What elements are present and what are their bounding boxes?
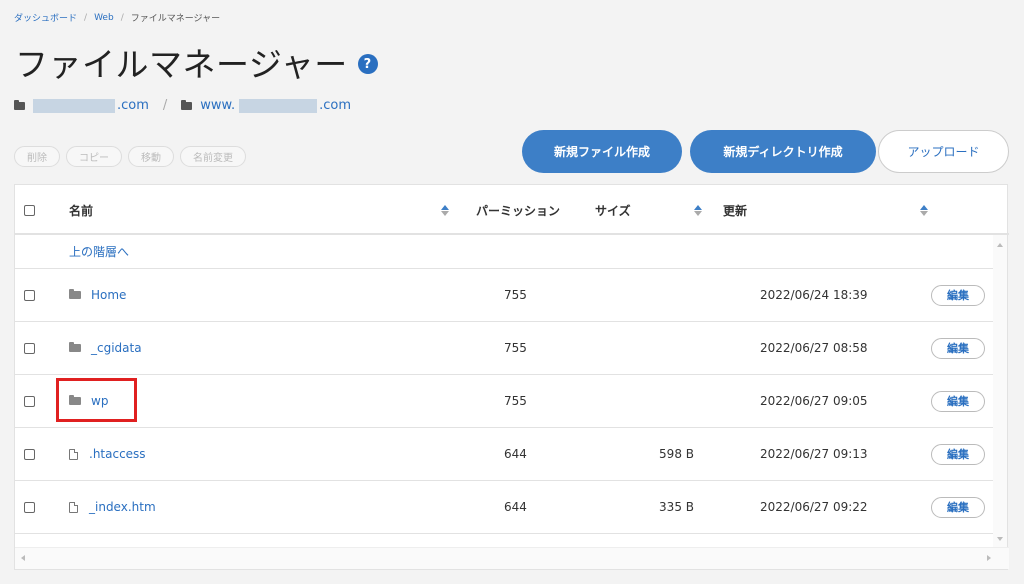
updated-cell: 2022/06/27 09:13 [760,447,868,461]
file-table: 名前 パーミッション サイズ 更新 上の階層へ Home 755 2022/06/2… [14,184,1009,570]
edit-button[interactable]: 編集 [931,284,985,306]
updated-cell: 2022/06/27 08:58 [760,341,868,355]
folder-icon [181,99,193,110]
folder-icon [14,99,25,110]
breadcrumb-web-link[interactable]: Web [94,13,114,23]
updated-cell: 2022/06/27 09:05 [760,394,868,408]
path-separator: / [162,98,168,113]
breadcrumb-dashboard-link[interactable]: ダッシュボード [14,11,77,24]
subdomain-prefix[interactable]: www. [200,98,235,113]
scroll-left-arrow-icon[interactable] [21,555,25,561]
sort-size-icon[interactable] [694,204,702,216]
size-cell: 335 B [659,500,694,514]
permission-cell: 755 [504,341,527,355]
move-button[interactable]: 移動 [128,146,174,167]
breadcrumb-separator: / [84,12,88,23]
table-row[interactable]: wp 755 2022/06/27 09:05 編集 [15,375,995,428]
table-row[interactable]: _index.htm 644 335 B 2022/06/27 09:22 編集 [15,481,995,534]
edit-button[interactable]: 編集 [931,443,985,465]
rename-button[interactable]: 名前変更 [180,146,246,167]
file-name-link[interactable]: Home [91,288,126,302]
header-updated: 更新 [723,203,748,218]
header-size: サイズ [595,203,631,218]
page-title: ファイルマネージャー ? [15,38,378,86]
edit-button[interactable]: 編集 [931,337,985,359]
size-cell: 598 B [659,447,694,461]
scroll-down-arrow-icon[interactable] [997,537,1003,541]
new-file-button[interactable]: 新規ファイル作成 [522,130,682,173]
permission-cell: 755 [504,288,527,302]
table-row[interactable]: .htaccess 644 598 B 2022/06/27 09:13 編集 [15,428,995,481]
header-permission: パーミッション [476,203,561,218]
upload-button[interactable]: アップロード [878,130,1009,173]
file-icon [69,448,78,460]
vertical-scrollbar[interactable] [993,235,1007,547]
redacted-domain [239,98,318,113]
file-action-group: 削除 コピー 移動 名前変更 [14,146,246,167]
permission-cell: 644 [504,500,527,514]
subdomain-link[interactable]: .com [319,98,351,113]
edit-button[interactable]: 編集 [931,390,985,412]
size-cell [615,375,694,427]
folder-icon [69,342,81,352]
permission-cell: 755 [504,394,527,408]
size-cell [615,322,694,374]
scroll-up-arrow-icon[interactable] [997,243,1003,247]
table-row[interactable]: _cgidata 755 2022/06/27 08:58 編集 [15,322,995,375]
breadcrumb-separator: / [120,12,124,23]
header-name: 名前 [69,203,94,218]
copy-button[interactable]: コピー [66,146,122,167]
table-row[interactable]: Home 755 2022/06/24 18:39 編集 [15,269,995,322]
sort-updated-icon[interactable] [920,204,928,216]
file-name-link[interactable]: .htaccess [89,447,146,461]
file-icon [69,501,78,513]
redacted-domain [33,98,115,113]
row-checkbox[interactable] [24,448,35,460]
parent-directory-row: 上の階層へ [15,235,995,269]
row-checkbox[interactable] [24,342,35,354]
domain-path: .com / www. .com [14,98,351,113]
domain-link[interactable]: .com [117,98,149,113]
file-name-link[interactable]: _cgidata [91,341,142,355]
sort-name-icon[interactable] [441,204,449,216]
delete-button[interactable]: 削除 [14,146,60,167]
scroll-right-arrow-icon[interactable] [987,555,991,561]
row-checkbox[interactable] [24,289,35,301]
help-icon[interactable]: ? [357,54,378,74]
new-directory-button[interactable]: 新規ディレクトリ作成 [690,130,876,173]
edit-button[interactable]: 編集 [931,496,985,518]
table-header: 名前 パーミッション サイズ 更新 [15,185,1009,235]
updated-cell: 2022/06/24 18:39 [760,288,868,302]
breadcrumb: ダッシュボード / Web / ファイルマネージャー [14,11,221,25]
row-checkbox[interactable] [24,395,35,407]
permission-cell: 644 [504,447,527,461]
updated-cell: 2022/06/27 09:22 [760,500,868,514]
folder-icon [69,289,81,299]
parent-directory-link[interactable]: 上の階層へ [69,243,129,260]
breadcrumb-current: ファイルマネージャー [130,14,221,24]
size-cell [615,269,694,321]
row-checkbox[interactable] [24,501,35,513]
horizontal-scrollbar[interactable] [15,547,1009,569]
select-all-checkbox[interactable] [24,204,35,216]
file-name-link[interactable]: _index.htm [89,500,156,514]
highlight-box [56,378,137,422]
page-title-text: ファイルマネージャー [15,45,348,84]
